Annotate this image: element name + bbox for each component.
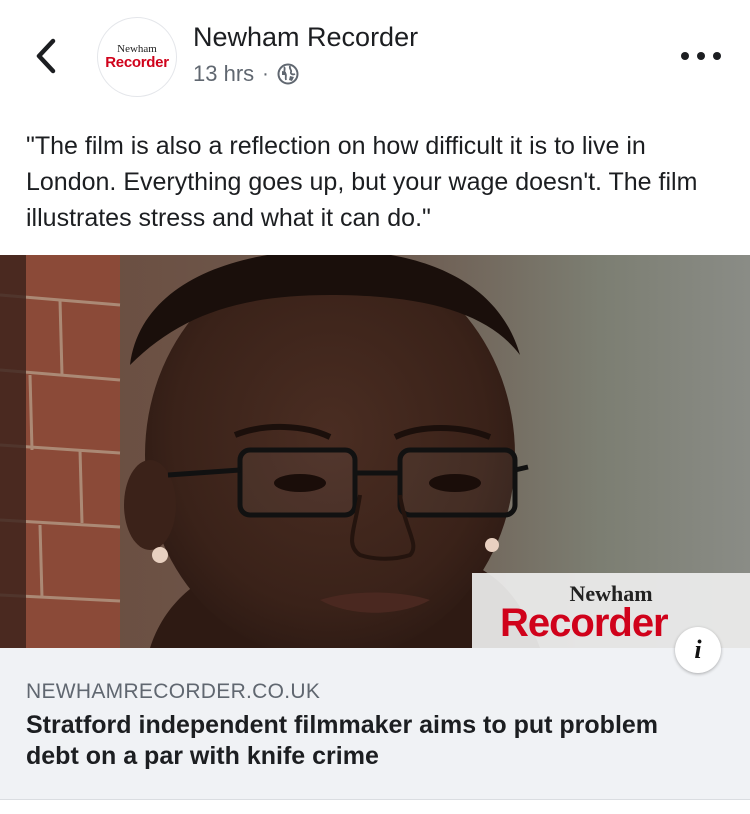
avatar-logo-line2: Recorder bbox=[105, 54, 169, 71]
more-options-icon-dot bbox=[713, 52, 721, 60]
globe-icon bbox=[277, 63, 299, 85]
info-icon[interactable]: i bbox=[675, 627, 721, 673]
link-headline[interactable]: Stratford independent filmmaker aims to … bbox=[26, 710, 716, 772]
page-name-link[interactable]: Newham Recorder bbox=[193, 22, 418, 53]
post-header: Newham Recorder Newham Recorder 13 hrs · bbox=[0, 0, 750, 110]
link-image[interactable]: Newham Recorder bbox=[0, 255, 750, 648]
post-timestamp[interactable]: 13 hrs bbox=[193, 61, 254, 87]
more-options-icon-dot bbox=[681, 52, 689, 60]
chevron-left-icon bbox=[36, 38, 56, 74]
post-meta: 13 hrs · bbox=[193, 60, 299, 88]
watermark-line2: Recorder bbox=[500, 601, 669, 645]
link-domain: NEWHAMRECORDER.CO.UK bbox=[26, 680, 321, 703]
more-options-button[interactable] bbox=[681, 44, 721, 68]
post-message: "The film is also a reflection on how di… bbox=[26, 132, 698, 232]
more-options-icon-dot bbox=[697, 52, 705, 60]
meta-separator: · bbox=[262, 62, 269, 85]
page-avatar[interactable]: Newham Recorder bbox=[97, 17, 177, 97]
back-button[interactable] bbox=[28, 36, 64, 76]
